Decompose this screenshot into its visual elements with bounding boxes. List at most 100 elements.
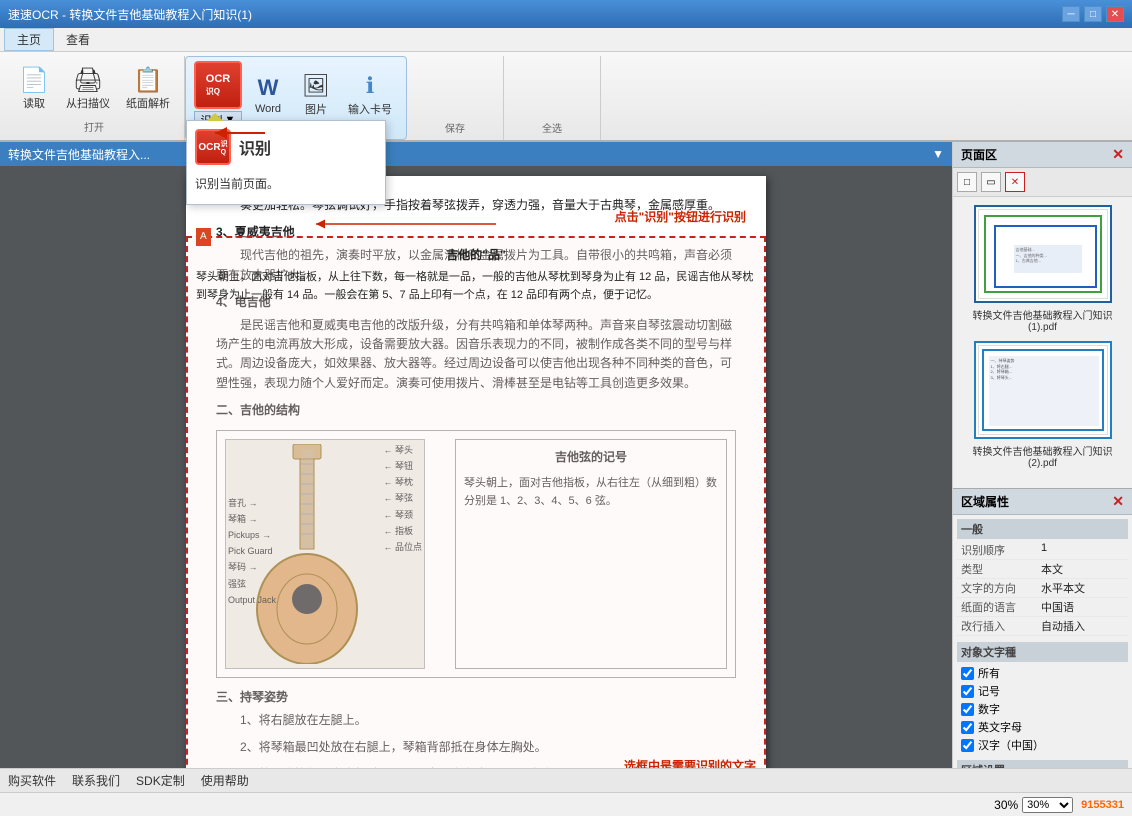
guitar-diagram: ← 琴头 ← 琴钮 ← 琴枕 ← 琴弦 ← 琴颈 ← 指板 ← 品位点 音孔 →… bbox=[216, 430, 736, 678]
word-label: Word bbox=[255, 103, 281, 115]
selection-box: A 吉他的"品" 琴头朝上，面对吉他指板，从上往下数，每一格就是一品，一般的吉他… bbox=[186, 236, 766, 768]
thumbnail-item-1[interactable]: 吉他基础... 一、吉他的种类... 1、古典吉他... 转换文件吉他基础教程入… bbox=[961, 205, 1124, 333]
props-val-lang: 中国语 bbox=[1041, 599, 1074, 615]
ribbon-group-save: 保存 bbox=[407, 56, 504, 140]
image-icon: 🖼 bbox=[302, 73, 330, 99]
scan-button[interactable]: 🖨 从扫描仪 bbox=[60, 65, 116, 115]
thumb-tool-1[interactable]: □ bbox=[957, 172, 977, 192]
annotation-content: 吉他的"品" 琴头朝上，面对吉他指板，从上往下数，每一格就是一品，一般的吉他从琴… bbox=[188, 238, 764, 312]
close-button[interactable]: ✕ bbox=[1106, 6, 1124, 22]
buy-software-link[interactable]: 购买软件 bbox=[8, 772, 56, 789]
dropdown-identify-item[interactable]: 识别当前页面。 bbox=[195, 171, 377, 196]
annotation-title: 吉他的"品" bbox=[196, 246, 756, 265]
props-region-title: 区域设置 bbox=[957, 760, 1128, 768]
props-basic-section: 一般 识别顺序 1 类型 本文 文字的方向 水平本文 纸面的语言 中国语 bbox=[953, 515, 1132, 638]
annotation-text: 琴头朝上，面对吉他指板，从上往下数，每一格就是一品，一般的吉他从琴枕到琴身为止有… bbox=[196, 269, 756, 304]
props-chars-title: 对象文字種 bbox=[957, 642, 1128, 662]
ocr-button[interactable]: OCR识Q bbox=[194, 61, 242, 109]
import-button[interactable]: ℹ 输入卡号 bbox=[342, 69, 398, 121]
checkbox-number-input[interactable] bbox=[961, 703, 974, 716]
image-label: 图片 bbox=[305, 101, 327, 117]
props-key-type: 类型 bbox=[961, 561, 1041, 577]
open-buttons: 📄 读取 🖨 从扫描仪 📋 纸面解析 bbox=[12, 60, 176, 119]
props-title: 区域属性 bbox=[961, 493, 1009, 510]
thumbnail-img-1: 吉他基础... 一、吉他的种类... 1、古典吉他... bbox=[978, 209, 1108, 299]
checkbox-english-label: 英文字母 bbox=[978, 719, 1022, 735]
right-panel: 页面区 ✕ □ ▭ ✕ 吉他基础... bbox=[952, 142, 1132, 768]
thumb-tool-delete[interactable]: ✕ bbox=[1005, 172, 1025, 192]
import-label: 输入卡号 bbox=[348, 101, 392, 117]
props-row-order: 识别顺序 1 bbox=[957, 541, 1128, 560]
props-key-direction: 文字的方向 bbox=[961, 580, 1041, 596]
doc-title: 转换文件吉他基础教程入... bbox=[8, 146, 150, 163]
save-placeholder bbox=[415, 60, 495, 120]
props-val-type: 本文 bbox=[1041, 561, 1063, 577]
menu-bar: 主页 查看 bbox=[0, 28, 1132, 52]
page-region-close-button[interactable]: ✕ bbox=[1112, 146, 1124, 163]
menu-view[interactable]: 查看 bbox=[54, 29, 102, 50]
guitar-right-panel: 吉他弦的记号 琴头朝上，面对吉他指板，从右往左（从细到粗）数分别是 1、2、3、… bbox=[455, 439, 727, 669]
props-row-direction: 文字的方向 水平本文 bbox=[957, 579, 1128, 598]
page-panel-content: 吉他基础... 一、吉他的种类... 1、古典吉他... 转换文件吉他基础教程入… bbox=[953, 197, 1132, 488]
ribbon-group-select: 全选 bbox=[504, 56, 601, 140]
paper-button[interactable]: 📋 纸面解析 bbox=[120, 65, 176, 115]
checkbox-symbol-input[interactable] bbox=[961, 685, 974, 698]
props-close-button[interactable]: ✕ bbox=[1112, 493, 1124, 510]
checkbox-english-input[interactable] bbox=[961, 721, 974, 734]
props-chars-section: 对象文字種 所有 记号 数字 英文字母 bbox=[953, 638, 1132, 756]
checkbox-symbol-label: 记号 bbox=[978, 683, 1000, 699]
zoom-control: 30% 30% 50% 75% 100% bbox=[994, 797, 1073, 813]
image-button[interactable]: 🖼 图片 bbox=[294, 69, 338, 121]
page-region-title: 页面区 bbox=[961, 146, 997, 163]
word-button[interactable]: W Word bbox=[246, 71, 290, 119]
props-val-direction: 水平本文 bbox=[1041, 580, 1085, 596]
status-logo: 9155331 bbox=[1081, 799, 1124, 811]
ocr-label: OCR识Q bbox=[206, 73, 230, 97]
ocr-arrow-indicator bbox=[210, 118, 270, 151]
checkbox-number: 数字 bbox=[957, 700, 1128, 718]
status-right: 30% 30% 50% 75% 100% 9155331 bbox=[994, 797, 1124, 813]
checkbox-all-input[interactable] bbox=[961, 667, 974, 680]
checkbox-english: 英文字母 bbox=[957, 718, 1128, 736]
read-button[interactable]: 📄 读取 bbox=[12, 65, 56, 115]
click-identify-label: 点击"识别"按钮进行识别 bbox=[615, 208, 746, 227]
bottom-bar: 购买软件 联系我们 SDK定制 使用帮助 bbox=[0, 768, 1132, 792]
status-bar: 30% 30% 50% 75% 100% 9155331 bbox=[0, 792, 1132, 816]
checkbox-chinese-input[interactable] bbox=[961, 739, 974, 752]
thumbnail-item-2[interactable]: 一、持琴姿势 1、将右腿... 2、将琴箱... 3、将琴头... 转换文件吉他… bbox=[961, 341, 1124, 469]
checkbox-number-label: 数字 bbox=[978, 701, 1000, 717]
thumb-tool-2[interactable]: ▭ bbox=[981, 172, 1001, 192]
word-icon: W bbox=[258, 75, 279, 101]
selection-marker: A bbox=[196, 228, 211, 246]
props-key-insert: 改行插入 bbox=[961, 618, 1041, 634]
thumbnail-frame-2: 一、持琴姿势 1、将右腿... 2、将琴箱... 3、将琴头... bbox=[974, 341, 1112, 439]
scan-label: 从扫描仪 bbox=[66, 95, 110, 111]
sdk-link[interactable]: SDK定制 bbox=[136, 772, 185, 789]
import-icon: ℹ bbox=[366, 73, 374, 99]
select-buttons bbox=[512, 60, 592, 120]
props-row-type: 类型 本文 bbox=[957, 560, 1128, 579]
props-key-lang: 纸面的语言 bbox=[961, 599, 1041, 615]
help-link[interactable]: 使用帮助 bbox=[201, 772, 249, 789]
doc-panel: 转换文件吉他基础教程入... ▼ 奏更加轻松。琴弦调试好，手指按着琴弦拨弄，穿透… bbox=[0, 142, 952, 768]
doc-scroll-area[interactable]: 奏更加轻松。琴弦调试好，手指按着琴弦拨弄，穿透力强，音量大于古典琴，金属感厚重。… bbox=[0, 166, 952, 768]
select-group-label: 全选 bbox=[542, 120, 562, 137]
props-basic-title: 一般 bbox=[957, 519, 1128, 539]
props-panel: 区域属性 ✕ 一般 识别顺序 1 类型 本文 文字的方向 水平本文 bbox=[953, 488, 1132, 768]
scan-icon: 🖨 bbox=[73, 69, 103, 93]
select-placeholder bbox=[512, 60, 592, 120]
thumbnail-label-1: 转换文件吉他基础教程入门知识(1).pdf bbox=[961, 307, 1124, 333]
doc-header-dropdown-icon[interactable]: ▼ bbox=[932, 147, 944, 161]
props-row-lang: 纸面的语言 中国语 bbox=[957, 598, 1128, 617]
contact-link[interactable]: 联系我们 bbox=[72, 772, 120, 789]
app-title: 速速OCR - 转换文件吉他基础教程入门知识(1) bbox=[8, 6, 252, 23]
ribbon-group-open: 📄 读取 🖨 从扫描仪 📋 纸面解析 打开 bbox=[4, 56, 185, 140]
maximize-button[interactable]: □ bbox=[1084, 6, 1102, 22]
zoom-select[interactable]: 30% 50% 75% 100% bbox=[1022, 797, 1073, 813]
minimize-button[interactable]: ─ bbox=[1062, 6, 1080, 22]
thumb-blue-border: 吉他基础... 一、吉他的种类... 1、古典吉他... bbox=[994, 225, 1097, 288]
doc-page: 奏更加轻松。琴弦调试好，手指按着琴弦拨弄，穿透力强，音量大于古典琴，金属感厚重。… bbox=[186, 176, 766, 768]
menu-home[interactable]: 主页 bbox=[4, 28, 54, 51]
arrow1-svg bbox=[306, 204, 506, 244]
props-region-section: 区域设置 横位置（mm） 121 纵位置（mm） 173 宽度（mm） 70 高… bbox=[953, 756, 1132, 768]
